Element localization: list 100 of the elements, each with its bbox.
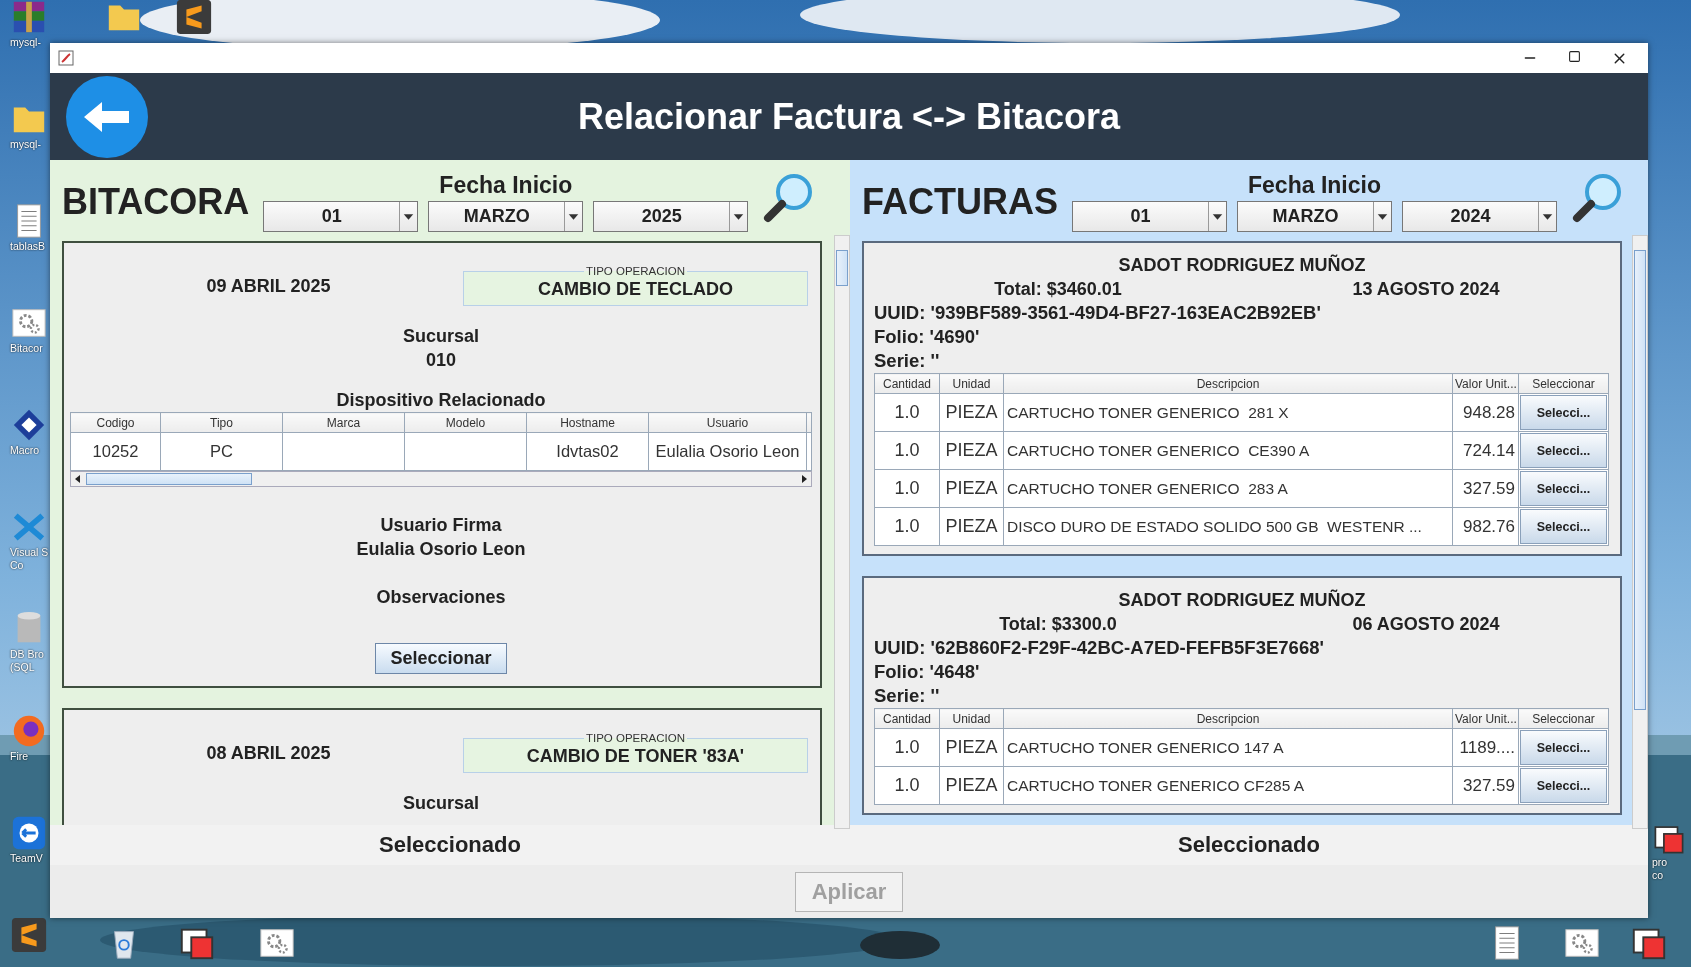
app-icon[interactable] — [175, 0, 213, 36]
selected-label: Seleccionado — [379, 832, 521, 858]
window-title: Relacionar Factura <-> Bitacora — [576, 95, 1122, 138]
table-cell: PIEZA — [939, 469, 1004, 508]
desktop-icon-label: Macro — [10, 444, 40, 457]
field-label: Sucursal — [402, 325, 479, 348]
table-cell: 1.0 — [874, 431, 940, 470]
invoice-folio: Folio: '4690' — [874, 325, 981, 349]
select-button[interactable]: Seleccionar — [375, 643, 507, 674]
select-button[interactable]: Selecci... — [1520, 730, 1607, 765]
field-label: Sucursal — [402, 792, 479, 815]
dropdown[interactable]: 01 — [1072, 200, 1227, 232]
desktop-icon-label: DB Bro — [10, 648, 44, 661]
desktop-icon-label: tablasB — [10, 240, 46, 253]
field-value: Eulalia Osorio Leon — [356, 538, 526, 561]
select-button[interactable]: Selecci... — [1520, 768, 1607, 803]
field-value: 010 — [425, 349, 456, 372]
table-cell: 948.28 — [1452, 393, 1519, 432]
desktop-icon-label: mysql- — [10, 36, 41, 49]
desktop-icon-label: Fire — [10, 750, 29, 763]
horizontal-scrollbar[interactable] — [70, 471, 812, 487]
desktop-icon-label: (SQL — [10, 661, 35, 674]
operation-field: TIPO OPERACION CAMBIO DE TECLADO — [463, 265, 808, 306]
invoice-total: Total: $3300.0 — [998, 613, 1118, 636]
column-header[interactable]: Seleccionar — [1518, 373, 1609, 394]
column-header[interactable]: Usuario — [648, 412, 807, 433]
column-header[interactable]: Descripcion — [1003, 373, 1453, 394]
table-cell: 1.0 — [874, 728, 940, 767]
operation-field: TIPO OPERACION CAMBIO DE TONER '83A' — [463, 732, 808, 773]
customer-name: SADOT RODRIGUEZ MUÑOZ — [1117, 253, 1367, 277]
column-header[interactable]: Valor Unit... — [1452, 373, 1519, 394]
selected-label: Seleccionado — [1178, 832, 1320, 858]
dropdown[interactable]: MARZO — [1237, 200, 1392, 232]
table-cell: PIEZA — [939, 431, 1004, 470]
desktop-icon-label: pro — [1652, 856, 1668, 869]
arrow-left-icon — [82, 99, 132, 134]
table-cell: PC — [160, 432, 283, 471]
invoice-serie: Serie: '' — [874, 349, 941, 373]
column-header[interactable]: Valor Unit... — [1452, 708, 1519, 729]
table-cell: Eulalia Osorio Leon — [648, 432, 807, 471]
invoice-uuid: UUID: '62B860F2-F29F-42BC-A7ED-FEFB5F3E7668' — [874, 636, 1325, 660]
select-button[interactable]: Selecci... — [1520, 471, 1607, 506]
invoice-serie: Serie: '' — [874, 684, 941, 708]
column-header[interactable]: Cantidad — [874, 708, 940, 729]
dropdown[interactable]: 2025 — [593, 200, 749, 232]
invoice-date: 13 AGOSTO 2024 — [1351, 278, 1501, 301]
table-cell: 1189.... — [1452, 728, 1519, 767]
select-button[interactable]: Selecci... — [1520, 433, 1607, 468]
invoice-date: 06 AGOSTO 2024 — [1351, 613, 1501, 636]
table-cell: 327.59 — [1452, 766, 1519, 805]
column-header[interactable]: Marca — [282, 412, 405, 433]
dropdown[interactable]: 2024 — [1402, 200, 1557, 232]
date-label: Fecha Inicio — [439, 171, 573, 199]
column-header[interactable]: Descripcion — [1003, 708, 1453, 729]
maximize-icon[interactable] — [1568, 49, 1581, 63]
table-cell: CARTUCHO TONER GENERICO 147 A — [1003, 728, 1453, 767]
invoice-folio: Folio: '4648' — [874, 660, 981, 684]
table-cell: PIEZA — [939, 728, 1004, 767]
panel-heading: BITACORA — [62, 179, 250, 224]
column-header[interactable]: Unidad — [939, 373, 1004, 394]
customer-name: SADOT RODRIGUEZ MUÑOZ — [1117, 588, 1367, 612]
entry-date: 09 ABRIL 2025 — [205, 274, 332, 298]
column-header[interactable]: Seleccionar — [1518, 708, 1609, 729]
table-cell: Idvtas02 — [526, 432, 649, 471]
desktop-icon-label: Co — [10, 559, 24, 572]
dropdown[interactable]: 01 — [263, 200, 419, 232]
desktop-icon-label: co — [1652, 869, 1664, 882]
select-button[interactable]: Selecci... — [1520, 395, 1607, 430]
desktop-icon-label: Bitacor — [10, 342, 43, 355]
table-cell: 724.14 — [1452, 431, 1519, 470]
table-cell: PIEZA — [939, 766, 1004, 805]
table-cell: 1.0 — [874, 766, 940, 805]
column-header[interactable]: Modelo — [404, 412, 527, 433]
desktop-icon-label: TeamV — [10, 852, 43, 865]
invoice-total: Total: $3460.01 — [993, 278, 1123, 301]
select-button[interactable]: Selecci... — [1520, 509, 1607, 544]
field-label: Observaciones — [376, 586, 506, 609]
dropdown[interactable]: MARZO — [428, 200, 584, 232]
table-cell: DISCO DURO DE ESTADO SOLIDO 500 GB WESTENR ... — [1003, 507, 1453, 546]
field-label: Usuario Firma — [380, 514, 502, 537]
app-icon — [58, 50, 74, 66]
column-header[interactable]: Codigo — [70, 412, 161, 433]
desktop-icon-label: Visual S — [10, 546, 49, 559]
table-cell: 10252 — [70, 432, 161, 471]
vertical-scrollbar[interactable] — [1632, 235, 1648, 829]
invoice-uuid: UUID: '939BF589-3561-49D4-BF27-163EAC2B92EB' — [874, 301, 1322, 325]
table-cell: 982.76 — [1452, 507, 1519, 546]
column-header[interactable]: Unidad — [939, 708, 1004, 729]
panel-heading: FACTURAS — [862, 179, 1058, 224]
vertical-scrollbar[interactable] — [834, 235, 850, 829]
table-cell: CARTUCHO TONER GENERICO 283 A — [1003, 469, 1453, 508]
table-cell: 1.0 — [874, 507, 940, 546]
entry-date: 08 ABRIL 2025 — [205, 741, 332, 765]
column-header[interactable]: Hostname — [526, 412, 649, 433]
column-header[interactable]: Tipo — [160, 412, 283, 433]
column-header[interactable]: Cantidad — [874, 373, 940, 394]
table-cell: 1.0 — [874, 393, 940, 432]
table-cell: PIEZA — [939, 393, 1004, 432]
desktop-icon-label: mysql- — [10, 138, 41, 151]
table-cell: 1.0 — [874, 469, 940, 508]
